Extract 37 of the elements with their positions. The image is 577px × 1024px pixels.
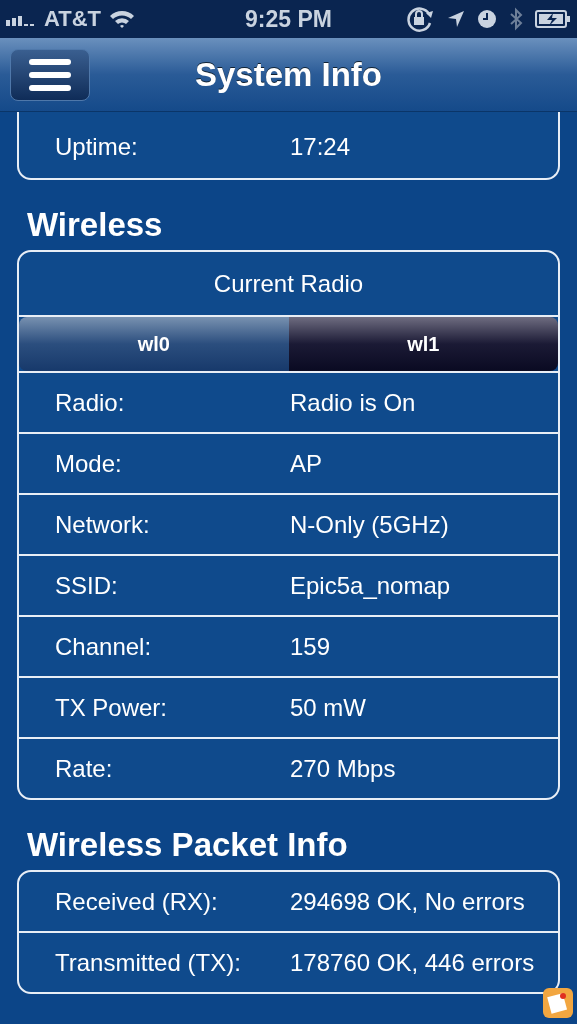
row-value: AP [290, 449, 322, 478]
row-label: SSID: [55, 571, 119, 600]
wifi-icon [109, 9, 136, 29]
rotation-lock-icon [405, 6, 435, 32]
row-label: Network: [55, 510, 151, 539]
radio-title: Current Radio [213, 269, 364, 298]
clock-icon [477, 9, 497, 29]
row-value: 159 [290, 632, 331, 661]
row-label: Radio: [55, 388, 126, 417]
row-label: Mode: [55, 449, 123, 478]
menu-button[interactable] [10, 48, 90, 101]
row-label: Channel: [55, 632, 153, 661]
page-title: System Info [195, 55, 382, 94]
row-label: Rate: [55, 754, 114, 783]
row-label: Uptime: [55, 133, 139, 161]
menu-icon [29, 56, 71, 93]
row-value: 50 mW [290, 693, 366, 722]
row-label: Transmitted (TX): [55, 948, 242, 977]
clock-time: 9:25 PM [245, 5, 332, 33]
section-heading: Wireless Packet Info [26, 825, 349, 865]
row-value: 178760 OK, 446 errors [290, 948, 535, 977]
radio-tab[interactable]: wl0 [19, 317, 289, 371]
location-arrow-icon [447, 10, 465, 28]
battery-icon [535, 9, 571, 29]
note-icon[interactable] [543, 988, 573, 1018]
row-value: N-Only (5GHz) [290, 510, 449, 539]
row-value: 270 Mbps [290, 754, 396, 783]
section-heading: Wireless [26, 205, 164, 245]
row-value: 17:24 [290, 133, 351, 161]
row-label: Received (RX): [55, 887, 219, 916]
row-value: Radio is On [290, 388, 416, 417]
bluetooth-icon [509, 7, 523, 31]
row-value: Epic5a_nomap [290, 571, 451, 600]
carrier-name: AT&T [44, 6, 102, 32]
row-label: TX Power: [55, 693, 169, 722]
row-value: 294698 OK, No errors [290, 887, 525, 916]
radio-tab[interactable]: wl1 [288, 317, 558, 371]
